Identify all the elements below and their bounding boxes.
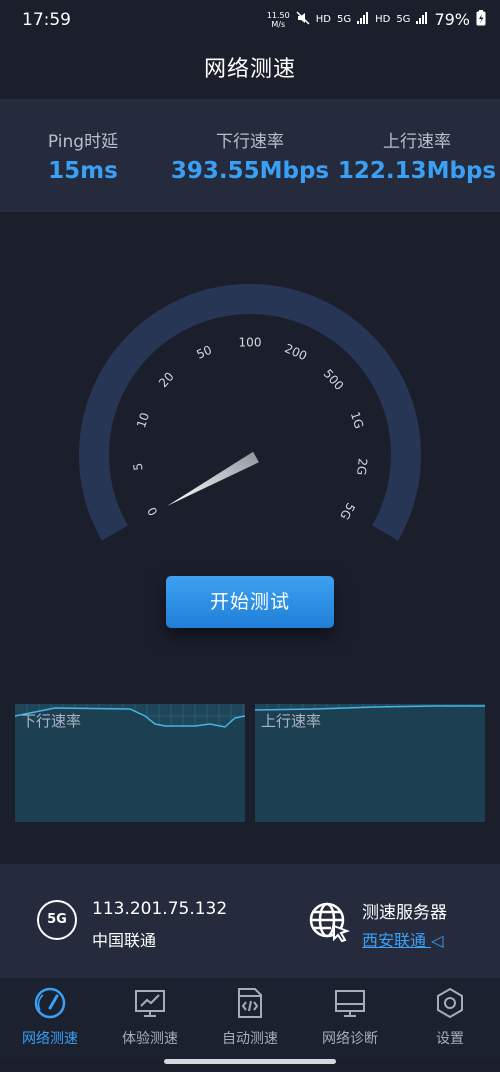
gauge-tick-label: 5 bbox=[131, 462, 146, 471]
battery-charging-icon bbox=[476, 10, 486, 29]
bottom-tab-bar: 网络测速 体验测速 自动测速 网络诊断 设置 bbox=[0, 978, 500, 1060]
gauge-tick-label: 100 bbox=[239, 336, 262, 350]
carrier-name: 中国联通 bbox=[92, 931, 157, 950]
tab-auto-test[interactable]: 自动测速 bbox=[200, 986, 300, 1048]
speed-server-label: 测速服务器 bbox=[362, 903, 447, 923]
gauge-tick-label: 5G bbox=[337, 500, 358, 522]
gauge-tick-label: 20 bbox=[156, 369, 177, 390]
gauge-tick-label: 0 bbox=[145, 504, 161, 518]
battery-percent: 79% bbox=[434, 10, 470, 29]
tab-label: 自动测速 bbox=[222, 1031, 278, 1047]
network-speed-value: 11.50 bbox=[266, 10, 290, 20]
speed-server-selector[interactable]: 西安联通 ◁ bbox=[362, 927, 443, 951]
download-stat: 下行速率 393.55Mbps bbox=[167, 127, 333, 184]
page-title: 网络测速 bbox=[203, 57, 296, 82]
speed-gauge-svg: 0 5 10 20 50 100 200 5001G 2G 5G bbox=[79, 284, 421, 541]
gauge-tick-label: 10 bbox=[134, 411, 152, 430]
gauge-tick-label: 2G bbox=[354, 458, 370, 476]
ping-label: Ping时延 bbox=[47, 132, 119, 152]
monitor-chart-icon bbox=[135, 990, 165, 1017]
network-type-badge: 5G bbox=[37, 900, 77, 940]
download-graph-label: 下行速率 bbox=[21, 712, 82, 730]
speedometer-icon bbox=[34, 987, 66, 1019]
upload-value: 122.13Mbps bbox=[337, 158, 497, 184]
gauge-tick-label: 200 bbox=[282, 341, 309, 363]
gauge-needle bbox=[167, 451, 259, 506]
download-graph: 下行速率 bbox=[15, 704, 245, 822]
signal-bars-icon bbox=[416, 12, 428, 27]
status-time: 17:59 bbox=[22, 10, 71, 30]
hd-label-2: HD bbox=[375, 14, 391, 25]
upload-graph-label: 上行速率 bbox=[261, 712, 322, 730]
tab-label: 体验测速 bbox=[122, 1031, 178, 1047]
tab-label: 网络测速 bbox=[22, 1031, 78, 1047]
tab-settings[interactable]: 设置 bbox=[400, 986, 500, 1048]
tab-network-speed[interactable]: 网络测速 bbox=[0, 986, 100, 1048]
globe-cursor-icon bbox=[307, 900, 351, 944]
gauge-tick-label: 500 bbox=[321, 367, 347, 393]
code-file-icon bbox=[238, 988, 262, 1018]
gauge-tick-label: 1G bbox=[348, 410, 367, 430]
download-label: 下行速率 bbox=[216, 132, 284, 152]
ping-value: 15ms bbox=[48, 158, 118, 184]
home-indicator bbox=[164, 1059, 336, 1064]
gear-icon bbox=[437, 987, 463, 1019]
ping-stat: Ping时延 15ms bbox=[0, 127, 166, 184]
speed-gauge: 0 5 10 20 50 100 200 500 1G 2G 5G bbox=[60, 280, 440, 560]
download-value: 393.55Mbps bbox=[170, 158, 330, 184]
upload-stat: 上行速率 122.13Mbps bbox=[334, 127, 500, 184]
speed-server-name: 西安联通 bbox=[362, 931, 427, 950]
status-indicators: 11.50 M/s HD 5G HD 5G 79% bbox=[267, 10, 486, 29]
network-speed: 11.50 M/s bbox=[267, 11, 290, 29]
signal-5g-label-1: 5G bbox=[336, 14, 352, 25]
tab-experience-test[interactable]: 体验测速 bbox=[100, 986, 200, 1048]
status-bar: 17:59 11.50 M/s HD 5G HD 5G 79% bbox=[0, 0, 500, 44]
upload-label: 上行速率 bbox=[383, 132, 451, 152]
triangle-left-icon: ◁ bbox=[431, 931, 444, 950]
tab-label: 设置 bbox=[436, 1031, 464, 1047]
gauge-tick-label: 50 bbox=[194, 343, 214, 362]
signal-5g-label-2: 5G bbox=[396, 14, 411, 25]
upload-graph: 上行速率 bbox=[255, 704, 485, 822]
gauge-tick-labels: 0 5 10 20 50 100 200 5001G 2G 5G bbox=[131, 336, 370, 523]
tab-label: 网络诊断 bbox=[322, 1031, 378, 1047]
monitor-icon bbox=[335, 990, 365, 1017]
start-test-button[interactable]: 开始测试 bbox=[166, 576, 334, 628]
signal-bars-icon bbox=[357, 12, 369, 27]
hd-label-1: HD bbox=[315, 14, 331, 25]
tab-network-diagnosis[interactable]: 网络诊断 bbox=[300, 986, 400, 1048]
mute-icon bbox=[296, 11, 310, 28]
title-bar: 网络测速 bbox=[0, 48, 500, 92]
network-speed-unit: M/s bbox=[271, 19, 286, 29]
stats-panel: Ping时延 15ms 下行速率 393.55Mbps 上行速率 122.13M… bbox=[0, 99, 500, 212]
ip-address: 113.201.75.132 bbox=[92, 899, 228, 919]
